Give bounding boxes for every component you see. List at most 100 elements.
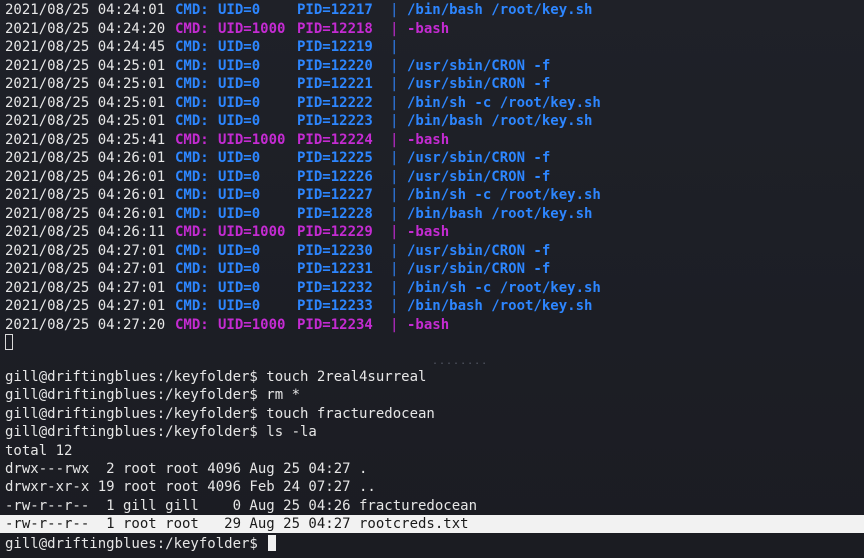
pspy-log-line: 2021/08/25 04:27:01 CMD: UID=0 PID=12231/us… xyxy=(5,260,860,278)
log-pid: PID=12220 xyxy=(297,57,373,74)
selected-line-highlight[interactable]: -rw-r--r-- 1 root root 29 Aug 25 04:27 r… xyxy=(0,515,864,534)
log-uid: UID=0 xyxy=(218,261,261,277)
log-uid: UID=0 xyxy=(218,113,261,129)
log-command: /bin/sh -c /root/key.sh xyxy=(407,279,601,296)
log-cmd-label: CMD: xyxy=(175,224,209,240)
log-uid: UID=0 xyxy=(218,2,261,18)
shell-output-line: total 12 xyxy=(5,442,73,459)
log-pid: PID=12221 xyxy=(297,76,373,92)
shell-output-line: gill@driftingblues:/keyfolder$ rm * xyxy=(5,387,301,404)
log-column-separator: | xyxy=(390,20,399,37)
log-cmd-label: CMD: xyxy=(175,261,209,277)
log-command: /usr/sbin/CRON -f xyxy=(407,242,551,259)
log-uid: UID=1000 xyxy=(218,224,286,240)
log-cmd-label: CMD: xyxy=(175,39,209,55)
log-column-separator: | xyxy=(390,131,399,148)
log-uid: UID=0 xyxy=(218,298,261,314)
log-pid: PID=12232 xyxy=(297,279,373,296)
log-pid: PID=12225 xyxy=(297,150,373,166)
log-timestamp: 2021/08/25 04:25:01 xyxy=(5,57,166,74)
log-command: /bin/bash /root/key.sh xyxy=(407,298,593,314)
shell-pane[interactable]: gill@driftingblues:/keyfolder$ touch 2re… xyxy=(0,368,864,558)
log-uid: UID=0 xyxy=(218,205,261,222)
log-timestamp: 2021/08/25 04:24:20 xyxy=(5,20,166,37)
pspy-log-line: 2021/08/25 04:25:01 CMD: UID=0 PID=12222/bi… xyxy=(5,94,860,112)
log-column-separator: | xyxy=(390,187,399,203)
log-command: /bin/bash /root/key.sh xyxy=(407,113,593,129)
log-cmd-label: CMD: xyxy=(175,76,209,92)
log-pid: PID=12227 xyxy=(297,187,373,203)
log-pid: PID=12234 xyxy=(297,316,373,333)
log-cmd-label: CMD: xyxy=(175,298,209,314)
log-timestamp: 2021/08/25 04:27:01 xyxy=(5,279,166,296)
log-cmd-label: CMD: xyxy=(175,20,209,37)
log-pid: PID=12217 xyxy=(297,2,373,18)
log-timestamp: 2021/08/25 04:26:01 xyxy=(5,205,166,222)
pspy-log-line: 2021/08/25 04:25:41 CMD: UID=1000 PID=12224… xyxy=(5,131,860,149)
log-command: /bin/bash /root/key.sh xyxy=(407,205,593,222)
log-timestamp: 2021/08/25 04:27:01 xyxy=(5,242,166,259)
log-uid: UID=0 xyxy=(218,76,261,92)
pspy-log-line: 2021/08/25 04:27:01 CMD: UID=0 PID=12230/us… xyxy=(5,242,860,260)
log-command: /bin/sh -c /root/key.sh xyxy=(407,94,601,111)
terminal-window[interactable]: 2021/08/25 04:24:01 CMD: UID=0 PID=12217/bi… xyxy=(0,0,864,558)
shell-prompt-line[interactable]: gill@driftingblues:/keyfolder$ xyxy=(5,534,277,553)
log-cmd-label: CMD: xyxy=(175,131,209,148)
log-column-separator: | xyxy=(390,57,399,74)
log-command: /usr/sbin/CRON -f xyxy=(407,168,551,185)
log-column-separator: | xyxy=(390,279,399,296)
log-pid: PID=12230 xyxy=(297,242,373,259)
pspy-log-line: 2021/08/25 04:25:01 CMD: UID=0 PID=12221/us… xyxy=(5,75,860,93)
text-cursor xyxy=(268,534,277,551)
pspy-log-line: 2021/08/25 04:27:01 CMD: UID=0 PID=12233/bi… xyxy=(5,297,860,315)
log-uid: UID=0 xyxy=(218,242,261,259)
log-command: -bash xyxy=(407,224,450,240)
log-cmd-label: CMD: xyxy=(175,2,209,18)
log-cmd-label: CMD: xyxy=(175,94,209,111)
log-pid: PID=12233 xyxy=(297,298,373,314)
log-pid: PID=12222 xyxy=(297,94,373,111)
log-timestamp: 2021/08/25 04:24:01 xyxy=(5,2,166,18)
log-column-separator: | xyxy=(390,298,399,314)
log-command: /usr/sbin/CRON -f xyxy=(407,76,551,92)
pspy-log-line: 2021/08/25 04:24:45 CMD: UID=0 PID=12219 | xyxy=(5,38,860,56)
pane-divider: ........ xyxy=(432,356,489,367)
log-uid: UID=1000 xyxy=(218,316,286,333)
log-pid: PID=12224 xyxy=(297,131,373,148)
log-command: /usr/sbin/CRON -f xyxy=(407,57,551,74)
log-column-separator: | xyxy=(390,76,399,92)
log-command: /bin/sh -c /root/key.sh xyxy=(407,187,601,203)
log-timestamp: 2021/08/25 04:26:01 xyxy=(5,150,166,166)
log-cmd-label: CMD: xyxy=(175,316,209,333)
log-timestamp: 2021/08/25 04:25:41 xyxy=(5,131,166,148)
log-column-separator: | xyxy=(390,168,399,185)
log-pid: PID=12218 xyxy=(297,20,373,37)
pspy-log-line: 2021/08/25 04:27:01 CMD: UID=0 PID=12232/bi… xyxy=(5,279,860,297)
shell-output-line: gill@driftingblues:/keyfolder$ ls -la xyxy=(5,424,317,441)
log-cmd-label: CMD: xyxy=(175,205,209,222)
log-command: /usr/sbin/CRON -f xyxy=(407,261,551,277)
log-uid: UID=0 xyxy=(218,39,261,55)
log-column-separator: | xyxy=(390,2,399,18)
log-command: /bin/bash /root/key.sh xyxy=(407,2,593,18)
log-uid: UID=0 xyxy=(218,94,261,111)
log-timestamp: 2021/08/25 04:27:01 xyxy=(5,261,166,277)
log-column-separator: | xyxy=(390,113,399,129)
log-uid: UID=0 xyxy=(218,187,261,203)
log-timestamp: 2021/08/25 04:26:01 xyxy=(5,168,166,185)
shell-prompt: gill@driftingblues:/keyfolder$ xyxy=(5,535,267,552)
log-uid: UID=0 xyxy=(218,57,261,74)
shell-output-line: drwx---rwx 2 root root 4096 Aug 25 04:27… xyxy=(5,461,368,477)
pspy-log-line: 2021/08/25 04:27:20 CMD: UID=1000 PID=12234… xyxy=(5,316,860,334)
log-cmd-label: CMD: xyxy=(175,187,209,203)
log-column-separator: | xyxy=(390,205,399,222)
log-pid: PID=12223 xyxy=(297,113,373,129)
log-timestamp: 2021/08/25 04:26:11 xyxy=(5,224,166,240)
log-timestamp: 2021/08/25 04:24:45 xyxy=(5,39,166,55)
shell-output-line: drwxr-xr-x 19 root root 4096 Feb 24 07:2… xyxy=(5,479,376,496)
pspy-log-line: 2021/08/25 04:24:20 CMD: UID=1000 PID=12218… xyxy=(5,20,860,38)
pspy-log-line: 2021/08/25 04:26:01 CMD: UID=0 PID=12225/us… xyxy=(5,149,860,167)
pspy-log-line: 2021/08/25 04:26:01 CMD: UID=0 PID=12227/bi… xyxy=(5,186,860,204)
log-command: -bash xyxy=(407,316,450,333)
log-column-separator: | xyxy=(390,94,399,111)
